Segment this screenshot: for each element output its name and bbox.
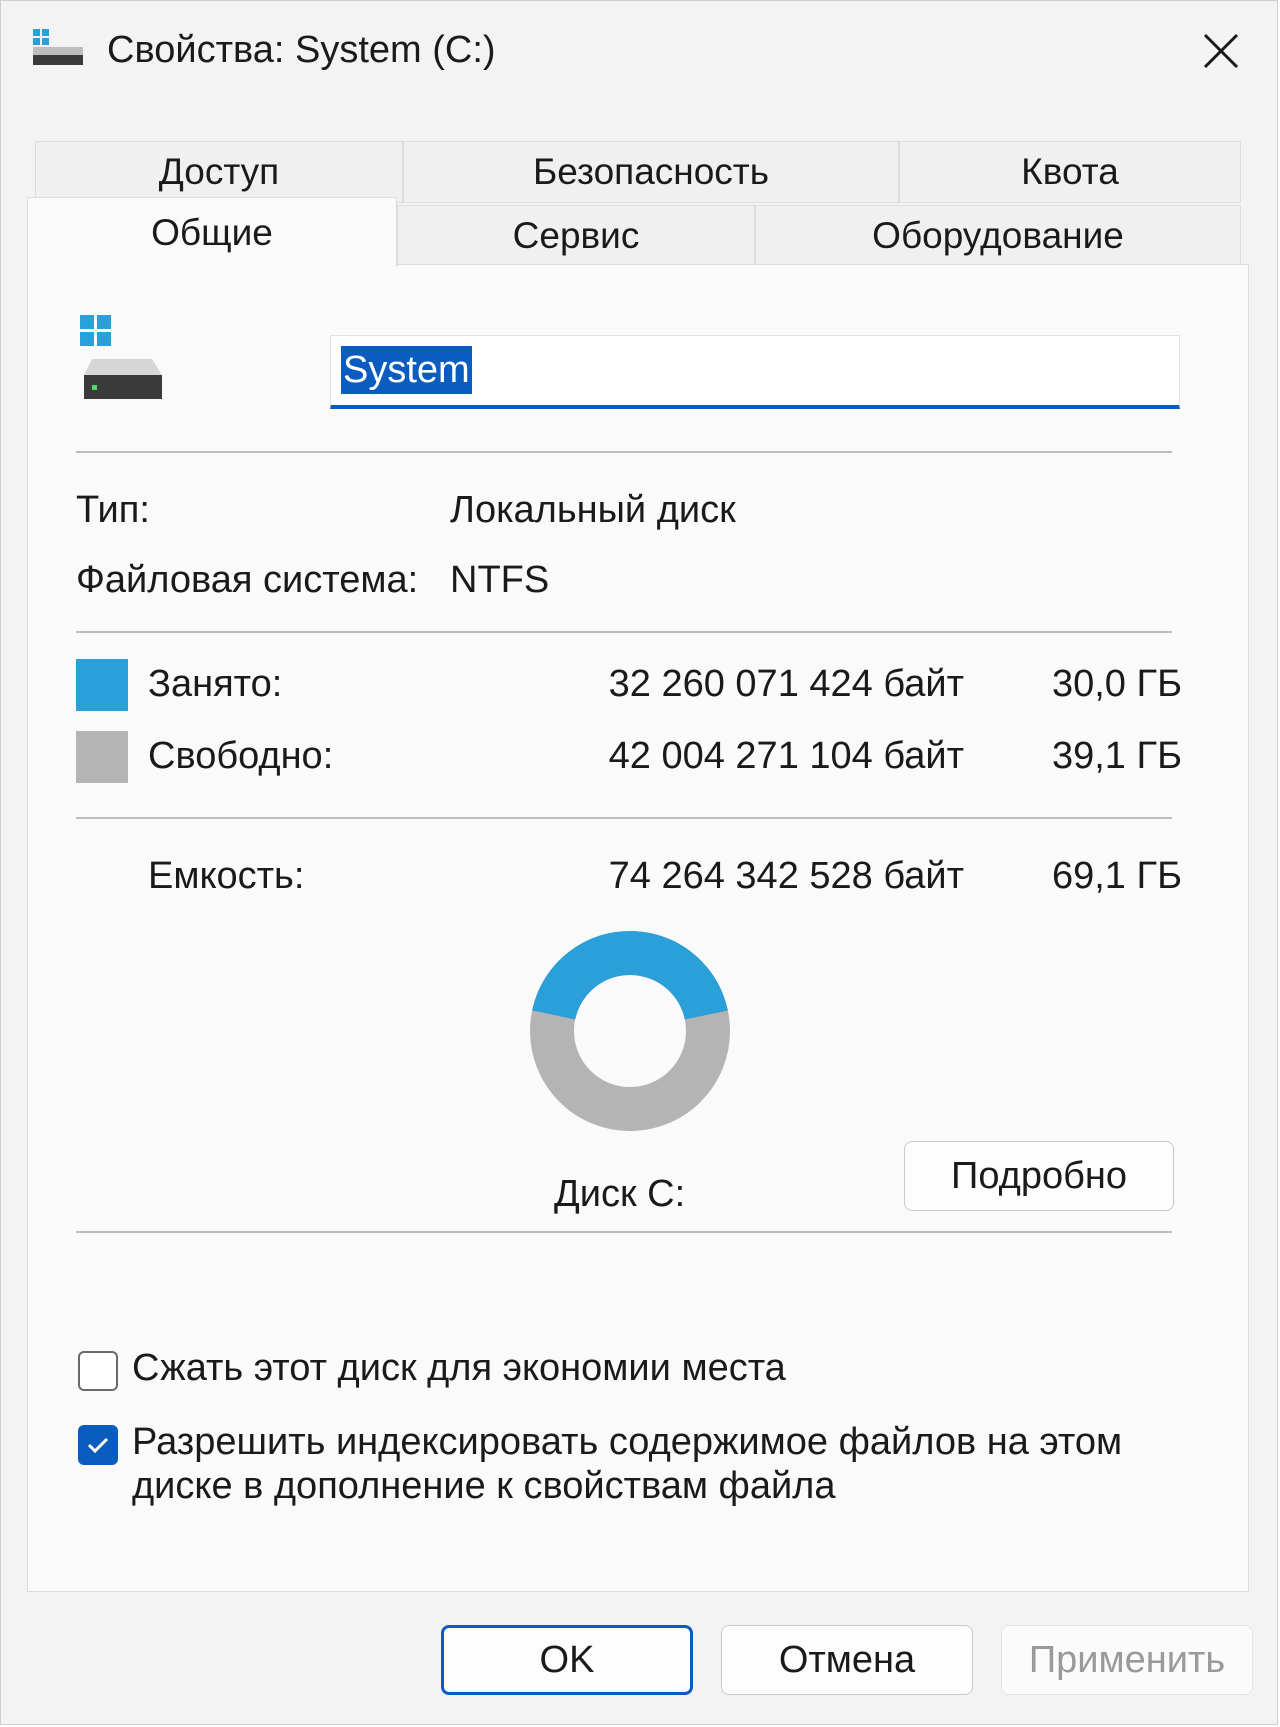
index-label-line1: Разрешить индексировать содержимое файло… (132, 1421, 1123, 1463)
disk-usage-donut (524, 925, 736, 1137)
separator (76, 631, 1172, 633)
title-bar: Свойства: System (C:) (1, 1, 1277, 111)
compress-checkbox[interactable] (78, 1351, 118, 1391)
filesystem-value: NTFS (450, 559, 550, 601)
index-label-line2: диске в дополнение к свойствам файла (132, 1465, 836, 1507)
type-label: Тип: (76, 489, 150, 531)
close-button[interactable] (1191, 23, 1251, 79)
window-title: Свойства: System (C:) (107, 29, 496, 71)
separator (76, 451, 1172, 453)
used-bytes: 32 260 071 424 байт (608, 663, 964, 705)
tab-access[interactable]: Доступ (35, 141, 403, 203)
filesystem-label: Файловая система: (76, 559, 419, 601)
apply-button[interactable]: Применить (1001, 1625, 1253, 1695)
drive-large-icon (80, 315, 162, 399)
general-panel: System Тип: Локальный диск Файловая сист… (27, 264, 1249, 1592)
separator (76, 1231, 1172, 1233)
free-size: 39,1 ГБ (1051, 735, 1182, 777)
free-space-swatch (76, 731, 128, 783)
cancel-button[interactable]: Отмена (721, 1625, 973, 1695)
checkmark-icon (87, 1437, 109, 1454)
details-button[interactable]: Подробно (904, 1141, 1174, 1211)
type-value: Локальный диск (450, 489, 736, 531)
tab-hardware[interactable]: Оборудование (755, 205, 1241, 267)
index-checkbox[interactable] (78, 1425, 118, 1465)
drive-icon (33, 29, 83, 65)
tab-general[interactable]: Общие (27, 197, 397, 267)
free-label: Свободно: (148, 735, 334, 777)
tab-quota[interactable]: Квота (899, 141, 1241, 203)
tab-security[interactable]: Безопасность (403, 141, 899, 203)
used-label: Занято: (148, 663, 283, 705)
used-size: 30,0 ГБ (1051, 663, 1182, 705)
properties-dialog: Свойства: System (C:) Доступ Безопасност… (0, 0, 1278, 1725)
volume-name-input[interactable]: System (330, 335, 1180, 409)
separator (76, 817, 1172, 819)
close-icon (1203, 33, 1239, 69)
capacity-size: 69,1 ГБ (1051, 855, 1182, 897)
capacity-label: Емкость: (148, 855, 305, 897)
tab-tools[interactable]: Сервис (397, 205, 755, 267)
used-space-swatch (76, 659, 128, 711)
free-bytes: 42 004 271 104 байт (608, 735, 964, 777)
ok-button[interactable]: OK (441, 1625, 693, 1695)
compress-label: Сжать этот диск для экономии места (132, 1347, 786, 1389)
capacity-bytes: 74 264 342 528 байт (608, 855, 964, 897)
volume-name-text: System (341, 346, 472, 394)
disk-label: Диск С: (554, 1173, 686, 1215)
